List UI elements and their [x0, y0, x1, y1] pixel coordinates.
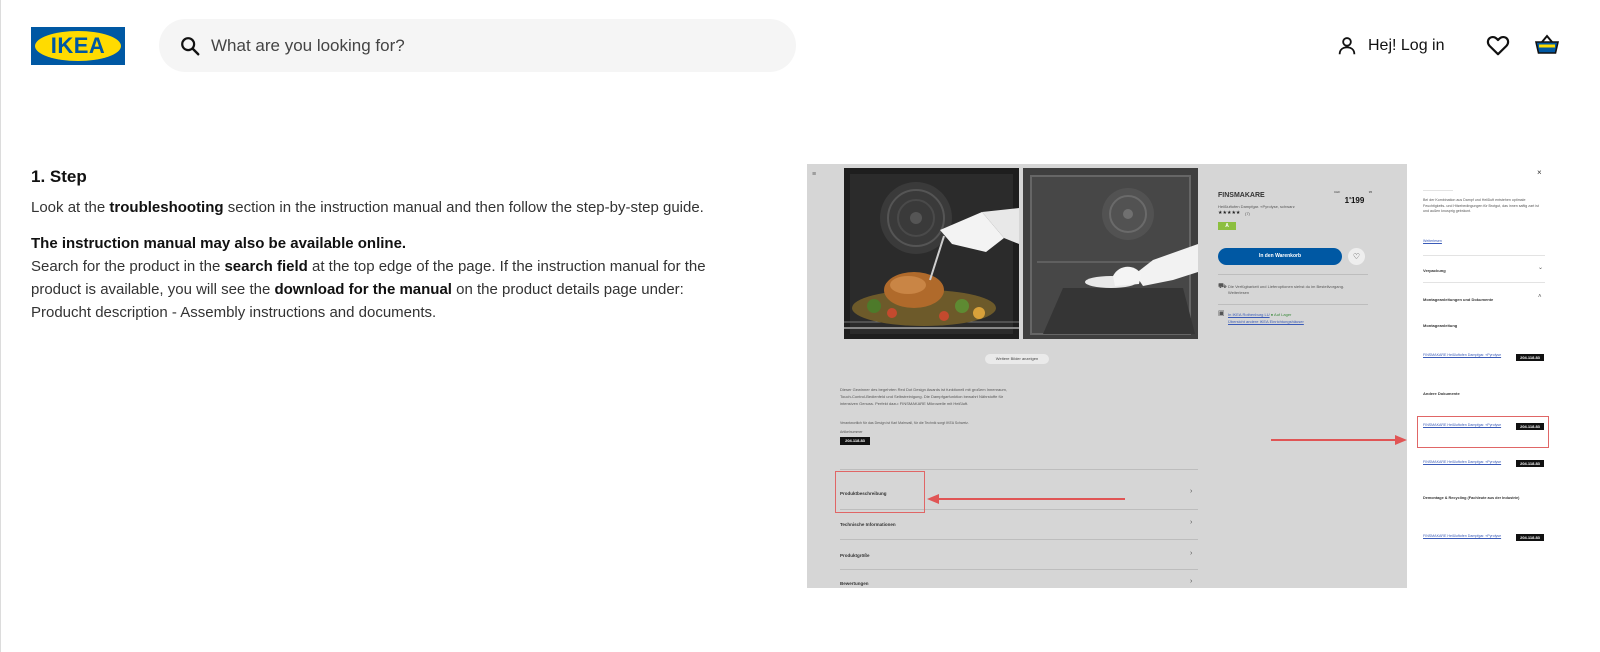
user-icon [1338, 37, 1356, 55]
assembly-doc-link[interactable]: FINSMAKARE Heißluftofen Dampfgar. «Pyrol… [1423, 353, 1513, 359]
price-value: 1'199 [1344, 196, 1365, 205]
oven-photo-roast [844, 168, 1019, 339]
red-arrow-head-left-icon [927, 494, 939, 504]
article-number: 204.118.83 [840, 437, 870, 445]
chevron-right-icon: › [1190, 519, 1193, 526]
documents-side-panel: × Bei der Kombination aus Dampf und Heiß… [1407, 164, 1550, 588]
store-name-link[interactable]: In IKEA Rothenburg LU [1228, 312, 1270, 317]
more-images-button[interactable]: Weitere Bilder anzeigen [985, 354, 1049, 364]
read-more-link[interactable]: Weiterlesen [1423, 238, 1442, 245]
accordion-reviews[interactable]: Bewertungen [840, 580, 869, 587]
step-title: 1. Step [31, 167, 87, 186]
divider [840, 569, 1198, 570]
packaging-section[interactable]: Verpackung [1423, 267, 1446, 274]
text: on the product details page under: [451, 281, 684, 298]
product-subtitle: Heißluftofen Dampfgar. «Pyrolyse, schwar… [1218, 204, 1295, 209]
step-paragraph-path: Producht description - Assembly instruct… [31, 301, 751, 324]
text-bold: search field [224, 258, 308, 275]
product-page-preview: ≡ Weitere Bilder anzeigen FINSMAKARE Hei… [807, 164, 1407, 588]
chevron-down-icon: ⌄ [1538, 265, 1544, 271]
designer-text: Verantwortlich für das Design ist Karl M… [840, 421, 969, 425]
truck-icon: ⛟ [1218, 283, 1227, 290]
chevron-up-icon: ˄ [1538, 294, 1542, 300]
documents-section-heading[interactable]: Montageanleitungen und Dokumente [1423, 296, 1493, 303]
logo-text: IKEA [50, 33, 106, 58]
price-currency: CHF [1334, 190, 1341, 194]
text-bold: download for the manual [274, 281, 452, 298]
divider [1423, 282, 1545, 283]
step-paragraph-search: Search for the product in the search fie… [31, 255, 751, 301]
assembly-heading: Montageanleitung [1423, 323, 1458, 328]
oven-photo-cleaning [1023, 168, 1198, 339]
recycling-doc-link[interactable]: FINSMAKARE Heißluftofen Dampfgar. «Pyrol… [1423, 534, 1513, 540]
close-icon[interactable]: × [1537, 168, 1542, 177]
rating-stars: ★★★★★ [1218, 210, 1241, 216]
search-icon[interactable] [179, 35, 201, 57]
text: Search for the product in the [31, 258, 225, 275]
text: Look at the [31, 199, 110, 216]
text: Producht description - Assembly instruct… [31, 304, 437, 321]
wishlist-heart-icon[interactable]: ♡ [1348, 248, 1365, 265]
divider [1218, 274, 1368, 275]
divider [840, 469, 1198, 470]
page-left-border [0, 0, 1, 652]
menu-icon: ≡ [812, 171, 817, 178]
other-doc-link-2[interactable]: FINSMAKARE Heißluftofen Dampfgar. «Pyrol… [1423, 460, 1513, 466]
login-button[interactable]: Hej! Log in [1336, 30, 1445, 62]
red-arrow-line [1271, 439, 1399, 441]
product-name: FINSMAKARE [1218, 192, 1265, 199]
instruction-screenshot: ≡ Weitere Bilder anzeigen FINSMAKARE Hei… [807, 164, 1550, 588]
step-instructions: 1. Step Look at the troubleshooting sect… [31, 165, 751, 324]
doc-number-badge: 204.118.83 [1516, 460, 1544, 467]
highlight-box-product-description [835, 471, 925, 513]
highlight-box-manual-download [1417, 416, 1549, 448]
divider [1218, 304, 1368, 305]
divider [1423, 190, 1453, 191]
product-price: CHF 1'199 95 [1334, 190, 1372, 208]
heart-icon[interactable] [1485, 32, 1511, 58]
delivery-text: Die Verfügbarkeit und Lieferoptionen sie… [1228, 284, 1345, 295]
chevron-right-icon: › [1190, 578, 1193, 585]
accordion-technical-information[interactable]: Technische Informationen [840, 521, 896, 528]
divider [1423, 255, 1545, 256]
chevron-right-icon: › [1190, 550, 1193, 557]
stock-status: ● Auf Lager [1270, 312, 1292, 317]
recycling-heading: Demontage & Recycling (Fachleute aus der… [1423, 496, 1520, 500]
text-bold: The instruction manual may also be avail… [31, 235, 407, 252]
rating-count: (7) [1245, 211, 1250, 216]
price-cents: 95 [1368, 190, 1373, 194]
panel-intro-text: Bei der Kombination aus Dampf und Heißlu… [1423, 198, 1539, 213]
doc-number-badge: 204.118.83 [1516, 354, 1544, 361]
chevron-right-icon: › [1190, 488, 1193, 495]
text-bold: troubleshooting [109, 199, 224, 216]
step-paragraph-troubleshooting: Look at the troubleshooting section in t… [31, 196, 751, 219]
energy-label: A [1218, 222, 1236, 230]
basket-icon[interactable] [1534, 32, 1560, 58]
article-number-label: Artikelnummer [840, 430, 863, 434]
red-arrow-line [935, 498, 1125, 500]
other-documents-heading: Andere Dokumente [1423, 391, 1460, 396]
text: section in the instruction manual and th… [223, 199, 704, 216]
site-header: IKEA Hej! Log in [0, 0, 1600, 92]
red-arrow-head-right-icon [1395, 435, 1407, 445]
product-description: Dieser Gewinner des begehrten Red Dot De… [840, 387, 1007, 406]
doc-number-badge: 204.118.83 [1516, 534, 1544, 541]
ikea-logo[interactable]: IKEA [31, 27, 125, 65]
store-icon: ▣ [1218, 310, 1225, 317]
store-availability: In IKEA Rothenburg LU ● Auf Lager [1228, 311, 1291, 318]
search-bar[interactable] [159, 19, 796, 72]
search-input[interactable] [211, 19, 771, 72]
other-stores-link[interactable]: Übersicht andere IKEA Einrichtungshäuser [1228, 318, 1304, 325]
login-label: Hej! Log in [1368, 37, 1445, 54]
divider [840, 539, 1198, 540]
step-paragraph-online: The instruction manual may also be avail… [31, 232, 751, 255]
add-to-cart-button[interactable]: In den Warenkorb [1218, 248, 1342, 265]
accordion-product-size[interactable]: Produktgröße [840, 552, 870, 559]
